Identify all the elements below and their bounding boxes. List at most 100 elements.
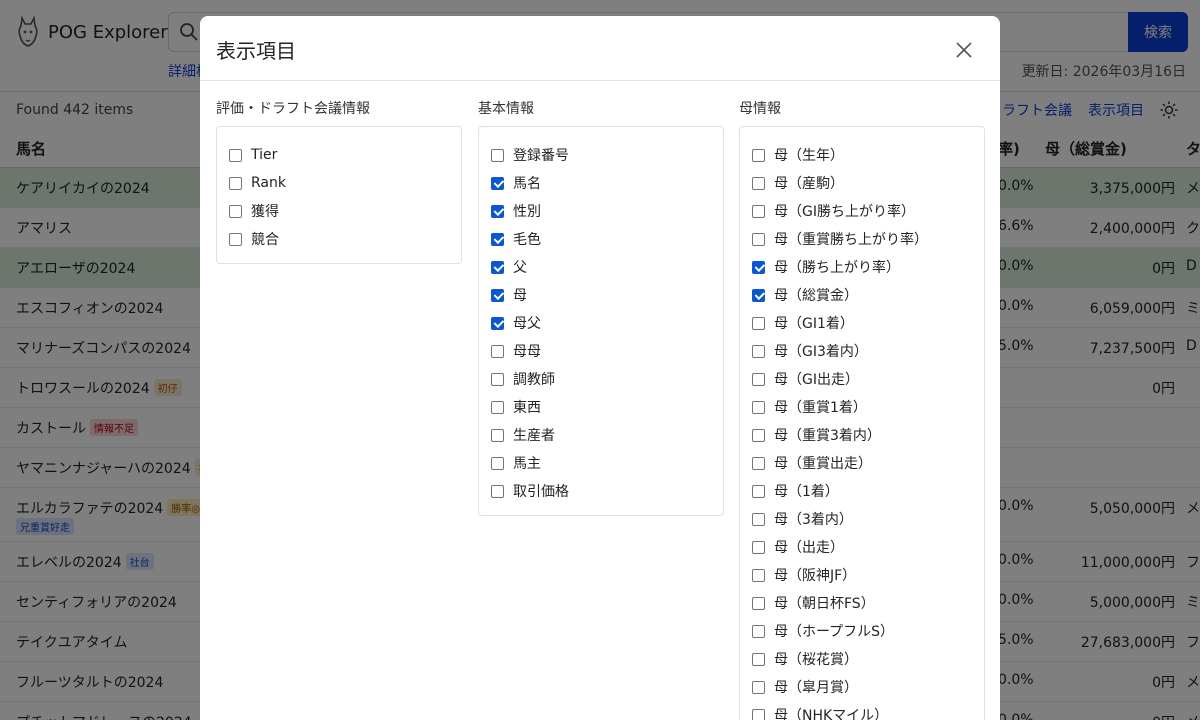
column-group: 基本情報 登録番号 馬名 性別 毛色父母母父 母母 調教師 東西 生産者 馬主 取引価格 — [478, 98, 724, 516]
option-label: Rank — [251, 175, 286, 191]
column-option[interactable]: 父 — [491, 253, 711, 281]
column-option[interactable]: 母（ホープフルS） — [752, 617, 972, 645]
checkbox[interactable] — [491, 428, 504, 442]
option-label: 毛色 — [513, 232, 541, 248]
checkbox[interactable] — [752, 288, 765, 302]
column-group: 評価・ドラフト会議情報 Tier Rank 獲得 競合 — [216, 98, 462, 264]
column-option[interactable]: 母（産駒） — [752, 169, 972, 197]
option-label: 母（総賞金） — [774, 288, 858, 304]
column-option[interactable]: 母（皐月賞） — [752, 673, 972, 701]
option-label: 競合 — [251, 232, 279, 248]
checkbox[interactable] — [491, 344, 504, 358]
column-option[interactable]: 東西 — [491, 393, 711, 421]
checkbox[interactable] — [491, 400, 504, 414]
checkbox[interactable] — [491, 484, 504, 498]
checkbox[interactable] — [752, 260, 765, 274]
checkbox[interactable] — [752, 176, 765, 190]
checkbox[interactable] — [752, 316, 765, 330]
checkbox[interactable] — [491, 204, 504, 218]
modal-header: 表示項目 — [200, 16, 1000, 81]
column-option[interactable]: 母（GI3着内） — [752, 337, 972, 365]
checkbox[interactable] — [752, 596, 765, 610]
checkbox[interactable] — [491, 148, 504, 162]
column-option[interactable]: 母（桜花賞） — [752, 645, 972, 673]
checkbox[interactable] — [491, 456, 504, 470]
option-label: 母（生年） — [774, 148, 844, 164]
checkbox[interactable] — [752, 372, 765, 386]
checkbox[interactable] — [752, 624, 765, 638]
column-option[interactable]: 母（勝ち上がり率） — [752, 253, 972, 281]
checkbox[interactable] — [491, 372, 504, 386]
close-icon — [956, 42, 972, 58]
column-option[interactable]: 母（重賞出走） — [752, 449, 972, 477]
column-option[interactable]: 馬主 — [491, 449, 711, 477]
checkbox[interactable] — [491, 232, 504, 246]
column-option[interactable]: 母（1着） — [752, 477, 972, 505]
option-label: 生産者 — [513, 428, 555, 444]
checkbox[interactable] — [752, 232, 765, 246]
checkbox[interactable] — [752, 344, 765, 358]
column-option[interactable]: 取引価格 — [491, 477, 711, 505]
column-option[interactable]: 母母 — [491, 337, 711, 365]
column-option[interactable]: 母（GI出走） — [752, 365, 972, 393]
checkbox[interactable] — [752, 400, 765, 414]
checkbox[interactable] — [752, 708, 765, 720]
option-list: 母（生年） 母（産駒） 母（GI勝ち上がり率） 母（重賞勝ち上がり率） 母（勝ち上がり率… — [739, 126, 985, 720]
column-option[interactable]: 母（GI勝ち上がり率） — [752, 197, 972, 225]
checkbox[interactable] — [491, 316, 504, 330]
column-option[interactable]: 馬名 — [491, 169, 711, 197]
column-option[interactable]: 母父 — [491, 309, 711, 337]
checkbox[interactable] — [491, 176, 504, 190]
column-option[interactable]: 毛色 — [491, 225, 711, 253]
column-option[interactable]: 母（重賞1着） — [752, 393, 972, 421]
option-label: 馬主 — [513, 456, 541, 472]
column-option[interactable]: 母（GI1着） — [752, 309, 972, 337]
checkbox[interactable] — [752, 456, 765, 470]
column-option[interactable]: 獲得 — [229, 197, 449, 225]
modal-title: 表示項目 — [216, 39, 296, 63]
checkbox[interactable] — [752, 568, 765, 582]
option-list: 登録番号馬名性別毛色父母母父 母母 調教師 東西生産者馬主取引価格 — [478, 126, 724, 516]
column-option[interactable]: 登録番号 — [491, 141, 711, 169]
column-option[interactable]: 母（重賞勝ち上がり率） — [752, 225, 972, 253]
option-label: 馬名 — [513, 176, 541, 192]
column-option[interactable]: 母（生年） — [752, 141, 972, 169]
checkbox[interactable] — [229, 204, 242, 218]
option-label: 獲得 — [251, 204, 279, 220]
column-option[interactable]: 母（3着内） — [752, 505, 972, 533]
option-list: Tier Rank 獲得競合 — [216, 126, 462, 264]
column-option[interactable]: 調教師 — [491, 365, 711, 393]
column-option[interactable]: Rank — [229, 169, 449, 197]
column-option[interactable]: 母（朝日杯FS） — [752, 589, 972, 617]
column-option[interactable]: Tier — [229, 141, 449, 169]
column-option[interactable]: 母 — [491, 281, 711, 309]
checkbox[interactable] — [229, 176, 242, 190]
column-option[interactable]: 母（出走） — [752, 533, 972, 561]
checkbox[interactable] — [752, 484, 765, 498]
checkbox[interactable] — [752, 540, 765, 554]
option-label: 登録番号 — [513, 148, 569, 164]
checkbox[interactable] — [491, 288, 504, 302]
column-group: 母情報 母（生年） 母（産駒） 母（GI勝ち上がり率） 母（重賞勝ち上がり率） 母（勝ち上… — [739, 98, 985, 720]
close-button[interactable] — [952, 38, 976, 62]
checkbox[interactable] — [752, 652, 765, 666]
column-option[interactable]: 母（重賞3着内） — [752, 421, 972, 449]
checkbox[interactable] — [752, 428, 765, 442]
column-option[interactable]: 競合 — [229, 225, 449, 253]
column-option[interactable]: 母（総賞金） — [752, 281, 972, 309]
column-option[interactable]: 母（阪神JF） — [752, 561, 972, 589]
option-label: 母（GI3着内） — [774, 344, 868, 360]
checkbox[interactable] — [752, 680, 765, 694]
checkbox[interactable] — [229, 232, 242, 246]
column-option[interactable]: 性別 — [491, 197, 711, 225]
checkbox[interactable] — [752, 148, 765, 162]
checkbox[interactable] — [229, 148, 242, 162]
column-option[interactable]: 母（NHKマイル） — [752, 701, 972, 720]
checkbox[interactable] — [491, 260, 504, 274]
option-label: 母（皐月賞） — [774, 680, 858, 696]
column-option[interactable]: 生産者 — [491, 421, 711, 449]
checkbox[interactable] — [752, 204, 765, 218]
option-label: 母（重賞1着） — [774, 400, 867, 416]
option-label: 母（朝日杯FS） — [774, 596, 875, 612]
checkbox[interactable] — [752, 512, 765, 526]
